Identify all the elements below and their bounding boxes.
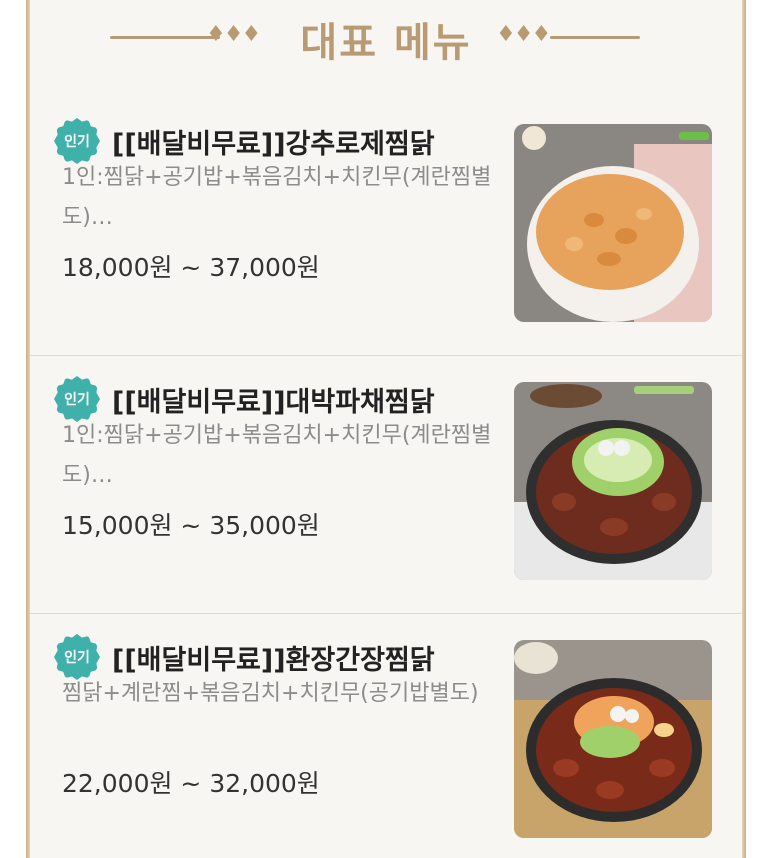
menu-item-description: 1인:찜닭+공기밥+볶음김치+치킨무(계란찜별도)… [62,423,492,488]
menu-item-description: 찜닭+계란찜+볶음김치+치킨무(공기밥별도) [62,681,479,706]
section-header: ♦♦♦ 대표 메뉴 ♦♦♦ [30,0,742,80]
menu-item-price: 15,000원 ~ 35,000원 [62,511,320,540]
menu-item-photo [514,382,712,580]
menu-item-name: [[배달비무료]]환장간장찜닭 [112,645,435,676]
menu-item[interactable]: 인기 [[배달비무료]]환장간장찜닭 찜닭+계란찜+볶음김치+치킨무(공기밥별도… [30,614,742,858]
menu-item[interactable]: 인기 [[배달비무료]]강추로제찜닭 1인:찜닭+공기밥+볶음김치+치킨무(계란… [30,98,742,356]
menu-item-photo [514,640,712,838]
header-line-left [110,36,220,39]
menu-item-name: [[배달비무료]]대박파채찜닭 [112,387,435,418]
menu-panel: ♦♦♦ 대표 메뉴 ♦♦♦ 인기 [[배달비무료]]강추로제찜닭 1인:찜닭+공… [30,0,742,858]
section-title: 대표 메뉴 [300,20,472,66]
diamond-ornament-right: ♦♦♦ [496,22,551,47]
menu-item-photo [514,124,712,322]
header-line-right [550,36,640,39]
frame-right-border [742,0,746,858]
menu-item-description: 1인:찜닭+공기밥+볶음김치+치킨무(계란찜별도)… [62,165,492,230]
diamond-ornament-left: ♦♦♦ [206,22,261,47]
menu-item-name: [[배달비무료]]강추로제찜닭 [112,129,435,160]
menu-item-price: 22,000원 ~ 32,000원 [62,769,320,798]
menu-item-price: 18,000원 ~ 37,000원 [62,253,320,282]
menu-item[interactable]: 인기 [[배달비무료]]대박파채찜닭 1인:찜닭+공기밥+볶음김치+치킨무(계란… [30,356,742,614]
